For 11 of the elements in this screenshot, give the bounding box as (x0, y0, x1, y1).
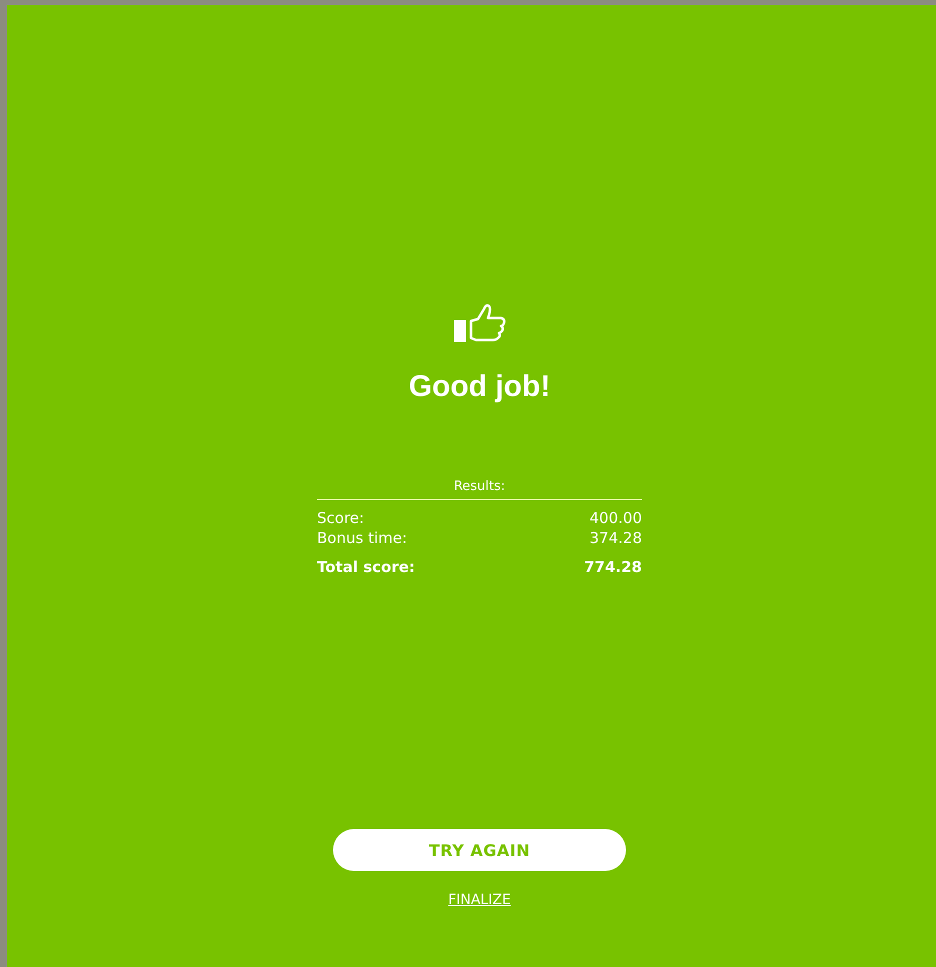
score-label: Score: (317, 508, 364, 528)
results-heading: Results: (317, 479, 642, 500)
score-value: 774.28 (584, 557, 642, 577)
score-label: Total score: (317, 557, 415, 577)
score-value: 374.28 (590, 528, 642, 548)
try-again-button[interactable]: TRY AGAIN (333, 829, 626, 871)
score-value: 400.00 (590, 508, 642, 528)
score-label: Bonus time: (317, 528, 408, 548)
thumbs-up-icon (452, 303, 506, 343)
finalize-link[interactable]: FINALIZE (448, 892, 511, 908)
result-title: Good job! (408, 369, 550, 405)
